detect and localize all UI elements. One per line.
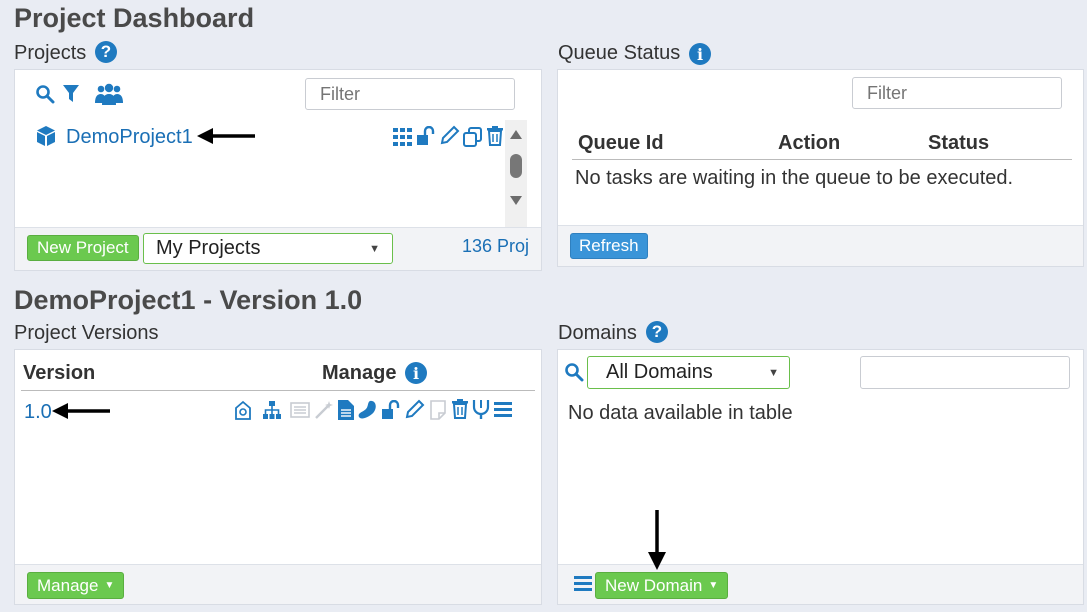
project-detail-title: DemoProject1 - Version 1.0 <box>14 285 363 315</box>
filter-icon[interactable] <box>63 85 79 103</box>
projects-scope-select[interactable]: My Projects ▼ <box>143 233 393 264</box>
help-icon[interactable]: ? <box>646 321 668 343</box>
domains-select-value: All Domains <box>606 361 713 383</box>
info-icon[interactable]: i <box>405 362 427 384</box>
domains-empty-text: No data available in table <box>568 402 793 424</box>
versions-panel: Version Manage i 1.0 Manage ▼ <box>14 349 542 605</box>
scroll-up-arrow[interactable] <box>510 130 522 139</box>
menu-icon[interactable] <box>494 402 512 417</box>
domains-panel: All Domains ▼ No data available in table… <box>557 349 1084 605</box>
manage-button[interactable]: Manage ▼ <box>27 572 125 599</box>
users-icon[interactable] <box>95 83 123 105</box>
page-title: Project Dashboard <box>14 3 255 33</box>
unlock-icon[interactable] <box>416 126 436 146</box>
document-icon[interactable] <box>338 400 354 420</box>
col-queue-id[interactable]: Queue Id <box>578 132 664 155</box>
table-header-divider <box>572 159 1072 160</box>
manage-button-label: Manage <box>37 575 99 595</box>
build-icon[interactable] <box>233 400 253 420</box>
col-action[interactable]: Action <box>778 132 840 155</box>
trash-icon[interactable] <box>452 399 468 419</box>
queue-panel: Queue Id Action Status No tasks are wait… <box>557 69 1084 267</box>
queue-footer: Refresh <box>558 225 1083 266</box>
magic-wand-icon[interactable] <box>314 400 334 420</box>
new-domain-button[interactable]: New Domain ▼ <box>595 572 729 599</box>
col-version[interactable]: Version <box>23 362 95 385</box>
new-project-button[interactable]: New Project <box>27 235 139 261</box>
queue-empty-text: No tasks are waiting in the queue to be … <box>575 167 1014 189</box>
menu-icon[interactable] <box>574 576 592 591</box>
version-link[interactable]: 1.0 <box>24 401 52 424</box>
arrow-down-icon <box>646 510 668 570</box>
domains-search-input[interactable] <box>860 356 1070 389</box>
cube-icon <box>35 125 57 147</box>
grid-icon[interactable] <box>393 128 413 146</box>
refresh-button[interactable]: Refresh <box>570 233 648 259</box>
domains-heading: Domains <box>558 322 637 344</box>
col-manage: Manage <box>322 362 397 384</box>
bean-icon[interactable] <box>358 400 378 420</box>
note-icon[interactable] <box>430 400 446 420</box>
project-link[interactable]: DemoProject1 <box>66 126 193 149</box>
list-box-icon[interactable] <box>290 402 310 418</box>
versions-footer: Manage ▼ <box>15 564 541 604</box>
arrow-left-icon <box>197 126 257 146</box>
projects-filter-input[interactable] <box>305 78 515 110</box>
hierarchy-icon[interactable] <box>263 401 281 419</box>
edit-icon[interactable] <box>440 125 460 145</box>
domains-footer: New Domain ▼ <box>558 564 1083 604</box>
projects-footer: New Project My Projects ▼ 136 Proj <box>15 227 541 270</box>
scroll-thumb[interactable] <box>510 154 522 178</box>
search-icon[interactable] <box>564 362 584 382</box>
table-header-divider <box>21 390 535 391</box>
unlock-icon[interactable] <box>381 400 401 420</box>
projects-scope-value: My Projects <box>156 237 261 259</box>
scroll-down-arrow[interactable] <box>510 196 522 205</box>
col-status[interactable]: Status <box>928 132 989 155</box>
caret-down-icon: ▼ <box>104 580 115 591</box>
domains-select[interactable]: All Domains ▼ <box>587 356 790 389</box>
arrow-left-icon <box>52 401 112 421</box>
chevron-down-icon: ▼ <box>768 366 779 379</box>
caret-down-icon: ▼ <box>708 580 719 591</box>
info-icon[interactable]: i <box>689 43 711 65</box>
fork-icon[interactable] <box>472 399 490 419</box>
help-icon[interactable]: ? <box>95 41 117 63</box>
edit-icon[interactable] <box>405 399 425 419</box>
copy-icon[interactable] <box>463 127 483 147</box>
search-icon[interactable] <box>35 84 55 104</box>
chevron-down-icon: ▼ <box>369 242 380 255</box>
projects-heading: Projects <box>14 42 87 64</box>
trash-icon[interactable] <box>487 126 503 146</box>
queue-filter-input[interactable] <box>852 77 1062 109</box>
queue-heading: Queue Status <box>558 42 681 64</box>
project-count: 136 Proj <box>462 236 530 256</box>
projects-panel: DemoProject1 New Project My Projects ▼ 1… <box>14 69 542 271</box>
new-domain-button-label: New Domain <box>605 575 703 595</box>
versions-heading: Project Versions <box>14 322 159 344</box>
